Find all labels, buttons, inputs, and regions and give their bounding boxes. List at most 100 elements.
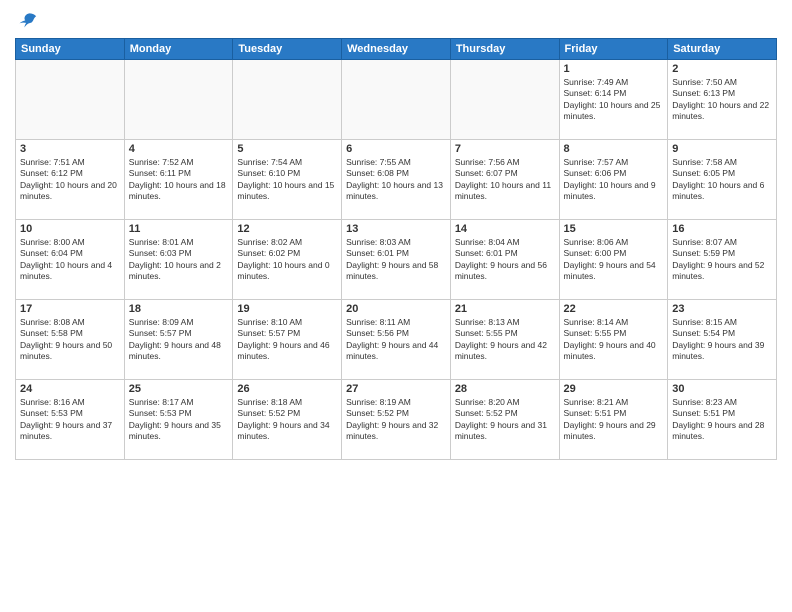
- day-info: Sunrise: 8:00 AMSunset: 6:04 PMDaylight:…: [20, 237, 120, 283]
- day-info: Sunrise: 8:08 AMSunset: 5:58 PMDaylight:…: [20, 317, 120, 363]
- day-info: Sunrise: 7:57 AMSunset: 6:06 PMDaylight:…: [564, 157, 664, 203]
- logo-text: [15, 10, 37, 30]
- day-info: Sunrise: 7:50 AMSunset: 6:13 PMDaylight:…: [672, 77, 772, 123]
- calendar-cell: 2 Sunrise: 7:50 AMSunset: 6:13 PMDaylight…: [668, 60, 777, 140]
- day-number: 6: [346, 143, 446, 155]
- day-number: 20: [346, 303, 446, 315]
- day-info: Sunrise: 8:07 AMSunset: 5:59 PMDaylight:…: [672, 237, 772, 283]
- calendar-cell: 21 Sunrise: 8:13 AMSunset: 5:55 PMDayligh…: [450, 300, 559, 380]
- day-number: 14: [455, 223, 555, 235]
- day-info: Sunrise: 8:11 AMSunset: 5:56 PMDaylight:…: [346, 317, 446, 363]
- calendar-cell: [342, 60, 451, 140]
- day-info: Sunrise: 8:13 AMSunset: 5:55 PMDaylight:…: [455, 317, 555, 363]
- day-info: Sunrise: 8:01 AMSunset: 6:03 PMDaylight:…: [129, 237, 229, 283]
- day-number: 11: [129, 223, 229, 235]
- calendar-week-1: 3 Sunrise: 7:51 AMSunset: 6:12 PMDaylight…: [16, 140, 777, 220]
- page: SundayMondayTuesdayWednesdayThursdayFrid…: [0, 0, 792, 612]
- day-number: 26: [237, 383, 337, 395]
- calendar-week-2: 10 Sunrise: 8:00 AMSunset: 6:04 PMDayligh…: [16, 220, 777, 300]
- calendar-cell: 1 Sunrise: 7:49 AMSunset: 6:14 PMDaylight…: [559, 60, 668, 140]
- day-info: Sunrise: 8:02 AMSunset: 6:02 PMDaylight:…: [237, 237, 337, 283]
- calendar-cell: 26 Sunrise: 8:18 AMSunset: 5:52 PMDayligh…: [233, 380, 342, 460]
- day-info: Sunrise: 8:06 AMSunset: 6:00 PMDaylight:…: [564, 237, 664, 283]
- day-info: Sunrise: 7:55 AMSunset: 6:08 PMDaylight:…: [346, 157, 446, 203]
- day-number: 17: [20, 303, 120, 315]
- day-number: 7: [455, 143, 555, 155]
- calendar-header-tuesday: Tuesday: [233, 39, 342, 60]
- day-info: Sunrise: 8:21 AMSunset: 5:51 PMDaylight:…: [564, 397, 664, 443]
- day-info: Sunrise: 7:51 AMSunset: 6:12 PMDaylight:…: [20, 157, 120, 203]
- day-info: Sunrise: 7:58 AMSunset: 6:05 PMDaylight:…: [672, 157, 772, 203]
- calendar-cell: 14 Sunrise: 8:04 AMSunset: 6:01 PMDayligh…: [450, 220, 559, 300]
- calendar-cell: [233, 60, 342, 140]
- day-number: 8: [564, 143, 664, 155]
- calendar-cell: 30Sunrise: 8:23 AMSunset: 5:51 PMDayligh…: [668, 380, 777, 460]
- day-number: 22: [564, 303, 664, 315]
- calendar-cell: 22Sunrise: 8:14 AMSunset: 5:55 PMDayligh…: [559, 300, 668, 380]
- day-info: Sunrise: 8:04 AMSunset: 6:01 PMDaylight:…: [455, 237, 555, 283]
- calendar-cell: 4 Sunrise: 7:52 AMSunset: 6:11 PMDaylight…: [124, 140, 233, 220]
- day-number: 25: [129, 383, 229, 395]
- calendar-header-thursday: Thursday: [450, 39, 559, 60]
- day-info: Sunrise: 8:03 AMSunset: 6:01 PMDaylight:…: [346, 237, 446, 283]
- day-number: 16: [672, 223, 772, 235]
- day-info: Sunrise: 7:56 AMSunset: 6:07 PMDaylight:…: [455, 157, 555, 203]
- day-number: 19: [237, 303, 337, 315]
- calendar-cell: 11 Sunrise: 8:01 AMSunset: 6:03 PMDayligh…: [124, 220, 233, 300]
- calendar-cell: 27Sunrise: 8:19 AMSunset: 5:52 PMDayligh…: [342, 380, 451, 460]
- calendar-cell: 12 Sunrise: 8:02 AMSunset: 6:02 PMDayligh…: [233, 220, 342, 300]
- calendar-cell: 16 Sunrise: 8:07 AMSunset: 5:59 PMDayligh…: [668, 220, 777, 300]
- day-number: 12: [237, 223, 337, 235]
- day-info: Sunrise: 7:49 AMSunset: 6:14 PMDaylight:…: [564, 77, 664, 123]
- calendar-cell: 10 Sunrise: 8:00 AMSunset: 6:04 PMDayligh…: [16, 220, 125, 300]
- day-number: 5: [237, 143, 337, 155]
- calendar-cell: 17 Sunrise: 8:08 AMSunset: 5:58 PMDayligh…: [16, 300, 125, 380]
- day-number: 18: [129, 303, 229, 315]
- calendar-cell: 13 Sunrise: 8:03 AMSunset: 6:01 PMDayligh…: [342, 220, 451, 300]
- calendar-cell: 6 Sunrise: 7:55 AMSunset: 6:08 PMDaylight…: [342, 140, 451, 220]
- day-number: 13: [346, 223, 446, 235]
- calendar-header-monday: Monday: [124, 39, 233, 60]
- calendar-cell: 28 Sunrise: 8:20 AMSunset: 5:52 PMDayligh…: [450, 380, 559, 460]
- day-info: Sunrise: 8:20 AMSunset: 5:52 PMDaylight:…: [455, 397, 555, 443]
- day-info: Sunrise: 8:09 AMSunset: 5:57 PMDaylight:…: [129, 317, 229, 363]
- calendar-cell: 18 Sunrise: 8:09 AMSunset: 5:57 PMDayligh…: [124, 300, 233, 380]
- calendar-header-sunday: Sunday: [16, 39, 125, 60]
- calendar-header-row: SundayMondayTuesdayWednesdayThursdayFrid…: [16, 39, 777, 60]
- calendar-cell: [450, 60, 559, 140]
- logo-bird-icon: [17, 10, 37, 30]
- calendar-week-3: 17 Sunrise: 8:08 AMSunset: 5:58 PMDayligh…: [16, 300, 777, 380]
- day-info: Sunrise: 8:23 AMSunset: 5:51 PMDaylight:…: [672, 397, 772, 443]
- calendar-week-4: 24 Sunrise: 8:16 AMSunset: 5:53 PMDayligh…: [16, 380, 777, 460]
- calendar-cell: [16, 60, 125, 140]
- day-number: 2: [672, 63, 772, 75]
- day-number: 9: [672, 143, 772, 155]
- calendar-header-saturday: Saturday: [668, 39, 777, 60]
- day-number: 29: [564, 383, 664, 395]
- day-info: Sunrise: 7:54 AMSunset: 6:10 PMDaylight:…: [237, 157, 337, 203]
- day-info: Sunrise: 8:15 AMSunset: 5:54 PMDaylight:…: [672, 317, 772, 363]
- calendar-cell: [124, 60, 233, 140]
- calendar-header-friday: Friday: [559, 39, 668, 60]
- calendar-header-wednesday: Wednesday: [342, 39, 451, 60]
- day-number: 4: [129, 143, 229, 155]
- day-info: Sunrise: 8:10 AMSunset: 5:57 PMDaylight:…: [237, 317, 337, 363]
- day-number: 10: [20, 223, 120, 235]
- header: [15, 10, 777, 30]
- calendar-cell: 15 Sunrise: 8:06 AMSunset: 6:00 PMDayligh…: [559, 220, 668, 300]
- day-number: 1: [564, 63, 664, 75]
- calendar-cell: 19 Sunrise: 8:10 AMSunset: 5:57 PMDayligh…: [233, 300, 342, 380]
- calendar-cell: 8 Sunrise: 7:57 AMSunset: 6:06 PMDaylight…: [559, 140, 668, 220]
- day-number: 3: [20, 143, 120, 155]
- day-number: 15: [564, 223, 664, 235]
- day-number: 24: [20, 383, 120, 395]
- day-info: Sunrise: 8:18 AMSunset: 5:52 PMDaylight:…: [237, 397, 337, 443]
- day-number: 28: [455, 383, 555, 395]
- calendar-cell: 7 Sunrise: 7:56 AMSunset: 6:07 PMDaylight…: [450, 140, 559, 220]
- calendar-cell: 25Sunrise: 8:17 AMSunset: 5:53 PMDayligh…: [124, 380, 233, 460]
- day-number: 21: [455, 303, 555, 315]
- calendar-cell: 20 Sunrise: 8:11 AMSunset: 5:56 PMDayligh…: [342, 300, 451, 380]
- day-info: Sunrise: 8:16 AMSunset: 5:53 PMDaylight:…: [20, 397, 120, 443]
- day-info: Sunrise: 7:52 AMSunset: 6:11 PMDaylight:…: [129, 157, 229, 203]
- day-info: Sunrise: 8:19 AMSunset: 5:52 PMDaylight:…: [346, 397, 446, 443]
